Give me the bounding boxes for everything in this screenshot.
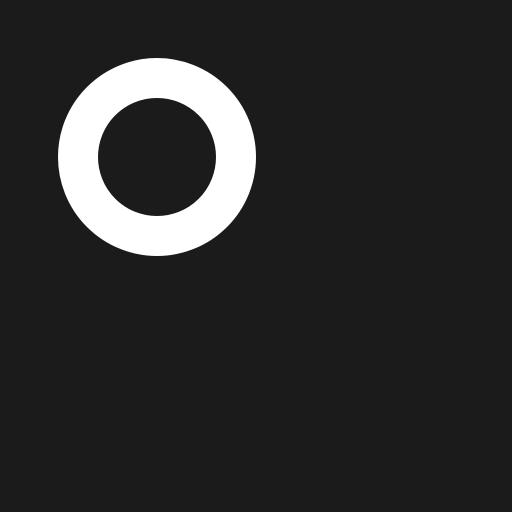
ring-icon xyxy=(58,58,256,256)
canvas xyxy=(0,0,512,512)
